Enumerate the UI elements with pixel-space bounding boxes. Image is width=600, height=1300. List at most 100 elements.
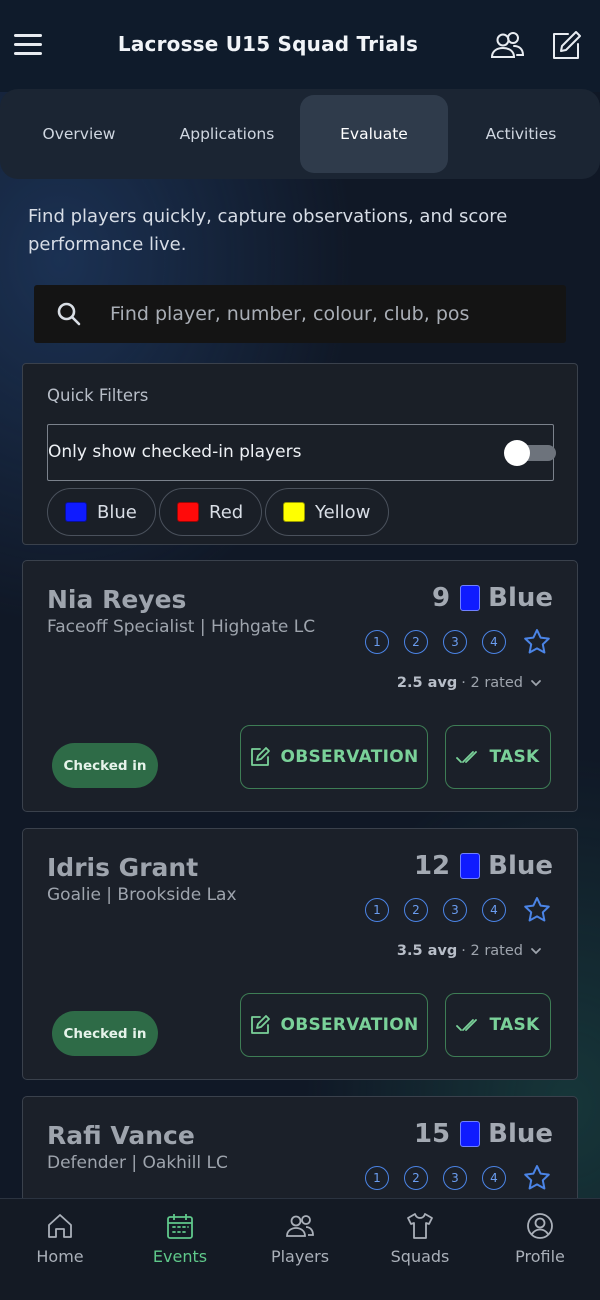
shirt-icon: [407, 1213, 433, 1239]
chevron-down-icon: [531, 680, 541, 687]
rating-scale: 1 2 3 4: [365, 897, 555, 925]
task-label: TASK: [489, 1015, 540, 1035]
nav-events[interactable]: Events: [120, 1211, 240, 1281]
tab-evaluate[interactable]: Evaluate: [300, 95, 448, 173]
tab-applications[interactable]: Applications: [153, 95, 301, 173]
rating-average: 3.5 avg: [396, 943, 458, 959]
nav-profile[interactable]: Profile: [480, 1211, 600, 1281]
rating-4[interactable]: 4: [482, 1166, 506, 1190]
done-all-icon: [456, 751, 478, 763]
rating-4[interactable]: 4: [482, 630, 506, 654]
task-button[interactable]: TASK: [445, 993, 551, 1057]
bottom-nav: Home Events Players Squads Profile: [0, 1198, 600, 1300]
rating-4[interactable]: 4: [482, 898, 506, 922]
tab-activities[interactable]: Activities: [447, 95, 595, 173]
page-title: Lacrosse U15 Squad Trials: [117, 32, 419, 56]
red-swatch: [177, 502, 199, 522]
players-icon: [286, 1215, 314, 1237]
nav-label: Squads: [390, 1247, 450, 1266]
rating-summary[interactable]: 3.5 avg · 2 rated: [397, 943, 543, 959]
checked-in-filter-row: Only show checked-in players: [47, 424, 556, 481]
nav-label: Home: [36, 1247, 84, 1266]
player-number-colour: 15 Blue: [414, 1119, 553, 1149]
player-card[interactable]: Nia Reyes Faceoff Specialist | Highgate …: [22, 560, 578, 812]
checked-in-toggle[interactable]: [504, 440, 556, 466]
nav-squads[interactable]: Squads: [360, 1211, 480, 1281]
rating-count: · 2 rated: [461, 675, 523, 691]
player-colour: Blue: [488, 583, 553, 613]
observation-label: OBSERVATION: [280, 1015, 419, 1035]
rating-3[interactable]: 3: [443, 898, 467, 922]
rating-3[interactable]: 3: [443, 630, 467, 654]
nav-players[interactable]: Players: [240, 1211, 360, 1281]
player-colour: Blue: [488, 851, 553, 881]
intro-text: Find players quickly, capture observatio…: [28, 206, 508, 255]
profile-icon: [527, 1213, 553, 1239]
player-number-colour: 9 Blue: [432, 583, 553, 613]
search-input[interactable]: [110, 295, 520, 333]
observation-button[interactable]: OBSERVATION: [240, 993, 428, 1057]
status-badge: Checked in: [52, 743, 158, 788]
quick-filters-panel: Quick Filters Only show checked-in playe…: [22, 363, 578, 545]
player-number: 12: [413, 851, 451, 881]
home-icon: [48, 1214, 72, 1238]
player-role: Goalie | Brookside Lax: [47, 885, 237, 905]
nav-label: Events: [152, 1247, 208, 1266]
search-bar: [34, 285, 566, 343]
star-icon[interactable]: [522, 895, 552, 925]
observation-label: OBSERVATION: [280, 747, 419, 767]
rating-1[interactable]: 1: [365, 898, 389, 922]
filter-chip-blue[interactable]: Blue: [47, 488, 156, 536]
rating-average: 2.5 avg: [396, 675, 458, 691]
rating-scale: 1 2 3 4: [365, 629, 555, 657]
rating-summary[interactable]: 2.5 avg · 2 rated: [397, 675, 543, 691]
star-icon[interactable]: [522, 627, 552, 657]
chip-label: Blue: [97, 501, 137, 523]
rating-2[interactable]: 2: [404, 1166, 428, 1190]
chip-label: Red: [209, 501, 244, 523]
player-colour: Blue: [488, 1119, 553, 1149]
player-number: 15: [413, 1119, 451, 1149]
tab-overview[interactable]: Overview: [5, 95, 153, 173]
rating-3[interactable]: 3: [443, 1166, 467, 1190]
blue-swatch: [65, 502, 87, 522]
rating-1[interactable]: 1: [365, 630, 389, 654]
player-role: Faceoff Specialist | Highgate LC: [47, 617, 316, 637]
rating-1[interactable]: 1: [365, 1166, 389, 1190]
colour-swatch: [460, 853, 481, 879]
edit-note-icon: [251, 1015, 271, 1034]
rating-2[interactable]: 2: [404, 630, 428, 654]
player-name: Nia Reyes: [47, 585, 187, 614]
group-icon[interactable]: [489, 28, 525, 64]
nav-home[interactable]: Home: [0, 1211, 120, 1281]
task-label: TASK: [489, 747, 540, 767]
player-name: Rafi Vance: [47, 1121, 195, 1150]
player-role: Defender | Oakhill LC: [47, 1153, 228, 1173]
rating-scale: 1 2 3 4: [365, 1165, 555, 1193]
yellow-swatch: [283, 502, 305, 522]
edit-note-icon: [251, 747, 271, 766]
chevron-down-icon: [531, 948, 541, 955]
quick-filters-title: Quick Filters: [47, 386, 149, 405]
task-button[interactable]: TASK: [445, 725, 551, 789]
colour-swatch: [460, 1121, 481, 1147]
observation-button[interactable]: OBSERVATION: [240, 725, 428, 789]
tab-bar: Overview Applications Evaluate Activitie…: [0, 89, 600, 179]
done-all-icon: [456, 1019, 478, 1031]
player-name: Idris Grant: [47, 853, 199, 882]
status-badge: Checked in: [52, 1011, 158, 1056]
filter-chip-red[interactable]: Red: [159, 488, 263, 536]
rating-2[interactable]: 2: [404, 898, 428, 922]
star-icon[interactable]: [522, 1163, 552, 1193]
app-header: Lacrosse U15 Squad Trials: [0, 0, 600, 92]
chip-label: Yellow: [315, 501, 371, 523]
colour-swatch: [460, 585, 481, 611]
checked-in-filter-label: Only show checked-in players: [48, 442, 302, 462]
player-number: 9: [432, 583, 451, 613]
edit-icon[interactable]: [548, 28, 584, 64]
search-icon: [57, 302, 81, 326]
player-card[interactable]: Idris Grant Goalie | Brookside Lax 12 Bl…: [22, 828, 578, 1080]
rating-count: · 2 rated: [461, 943, 523, 959]
nav-label: Profile: [515, 1247, 565, 1266]
filter-chip-yellow[interactable]: Yellow: [265, 488, 390, 536]
